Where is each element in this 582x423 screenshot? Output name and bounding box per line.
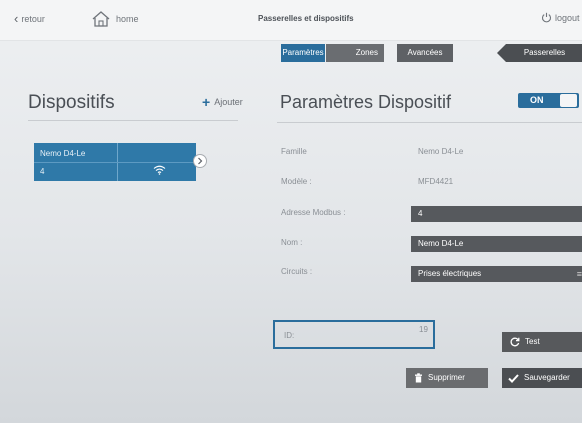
home-icon	[92, 11, 110, 27]
famille-value: Nemo D4-Le	[418, 147, 464, 156]
on-off-toggle[interactable]: ON	[518, 93, 579, 108]
nom-value: Nemo D4-Le	[418, 239, 464, 248]
circuits-value: Prises électriques	[418, 269, 482, 278]
divider	[28, 120, 238, 121]
toggle-label: ON	[530, 95, 544, 105]
circuits-select[interactable]: Prises électriques ≡	[411, 266, 582, 282]
delete-button[interactable]: Supprimer	[406, 368, 488, 388]
check-icon	[508, 373, 519, 383]
home-label: home	[116, 14, 139, 24]
famille-label: Famille	[281, 147, 307, 156]
nom-field[interactable]: Nemo D4-Le	[411, 236, 582, 252]
back-label: retour	[21, 14, 45, 24]
modele-value: MFD4421	[418, 177, 454, 186]
nom-label: Nom :	[281, 238, 303, 247]
page-title: Passerelles et dispositifs	[258, 14, 354, 23]
logout-button[interactable]: logout	[541, 12, 580, 23]
test-label: Test	[525, 337, 540, 346]
tab-avancees[interactable]: Avancées	[397, 44, 453, 62]
save-button[interactable]: Sauvegarder	[502, 368, 582, 388]
add-label: Ajouter	[214, 97, 243, 107]
refresh-icon	[510, 337, 520, 347]
circuits-label: Circuits :	[281, 267, 313, 276]
power-icon	[542, 12, 551, 23]
divider	[277, 122, 582, 123]
back-button[interactable]: ‹ retour	[14, 11, 45, 26]
chevron-right-icon[interactable]	[193, 154, 207, 168]
toggle-knob	[560, 94, 577, 107]
tab-zones[interactable]: Zones	[326, 44, 384, 62]
adresse-label: Adresse Modbus :	[281, 208, 346, 217]
id-box: ID: 19	[273, 320, 435, 349]
wifi-icon	[153, 165, 166, 175]
device-number: 4	[40, 167, 45, 176]
add-device-button[interactable]: + Ajouter	[202, 94, 243, 110]
adresse-modbus-field[interactable]: 4	[411, 206, 582, 222]
home-button[interactable]: home	[90, 10, 139, 28]
id-label: ID:	[284, 331, 295, 340]
id-value: 19	[419, 325, 428, 334]
logout-label: logout	[555, 12, 580, 23]
plus-icon: +	[202, 94, 211, 110]
top-bar: ‹ retour home Passerelles et dispositifs …	[0, 0, 582, 41]
delete-label: Supprimer	[428, 373, 465, 382]
devices-title: Dispositifs	[28, 92, 115, 113]
adresse-value: 4	[418, 209, 423, 218]
trash-icon	[415, 373, 422, 383]
device-card[interactable]: Nemo D4-Le 4	[34, 143, 196, 181]
card-divider	[34, 162, 196, 163]
save-label: Sauvegarder	[524, 373, 570, 382]
modele-label: Modèle :	[281, 177, 312, 186]
chevron-left-icon: ‹	[14, 11, 19, 26]
tab-parametres[interactable]: Paramètres	[281, 44, 325, 62]
device-name: Nemo D4-Le	[40, 149, 86, 158]
params-title: Paramètres Dispositif	[280, 92, 452, 112]
menu-icon: ≡	[576, 269, 582, 279]
tab-passerelles[interactable]: Passerelles	[497, 44, 582, 62]
test-button[interactable]: Test	[502, 332, 582, 352]
